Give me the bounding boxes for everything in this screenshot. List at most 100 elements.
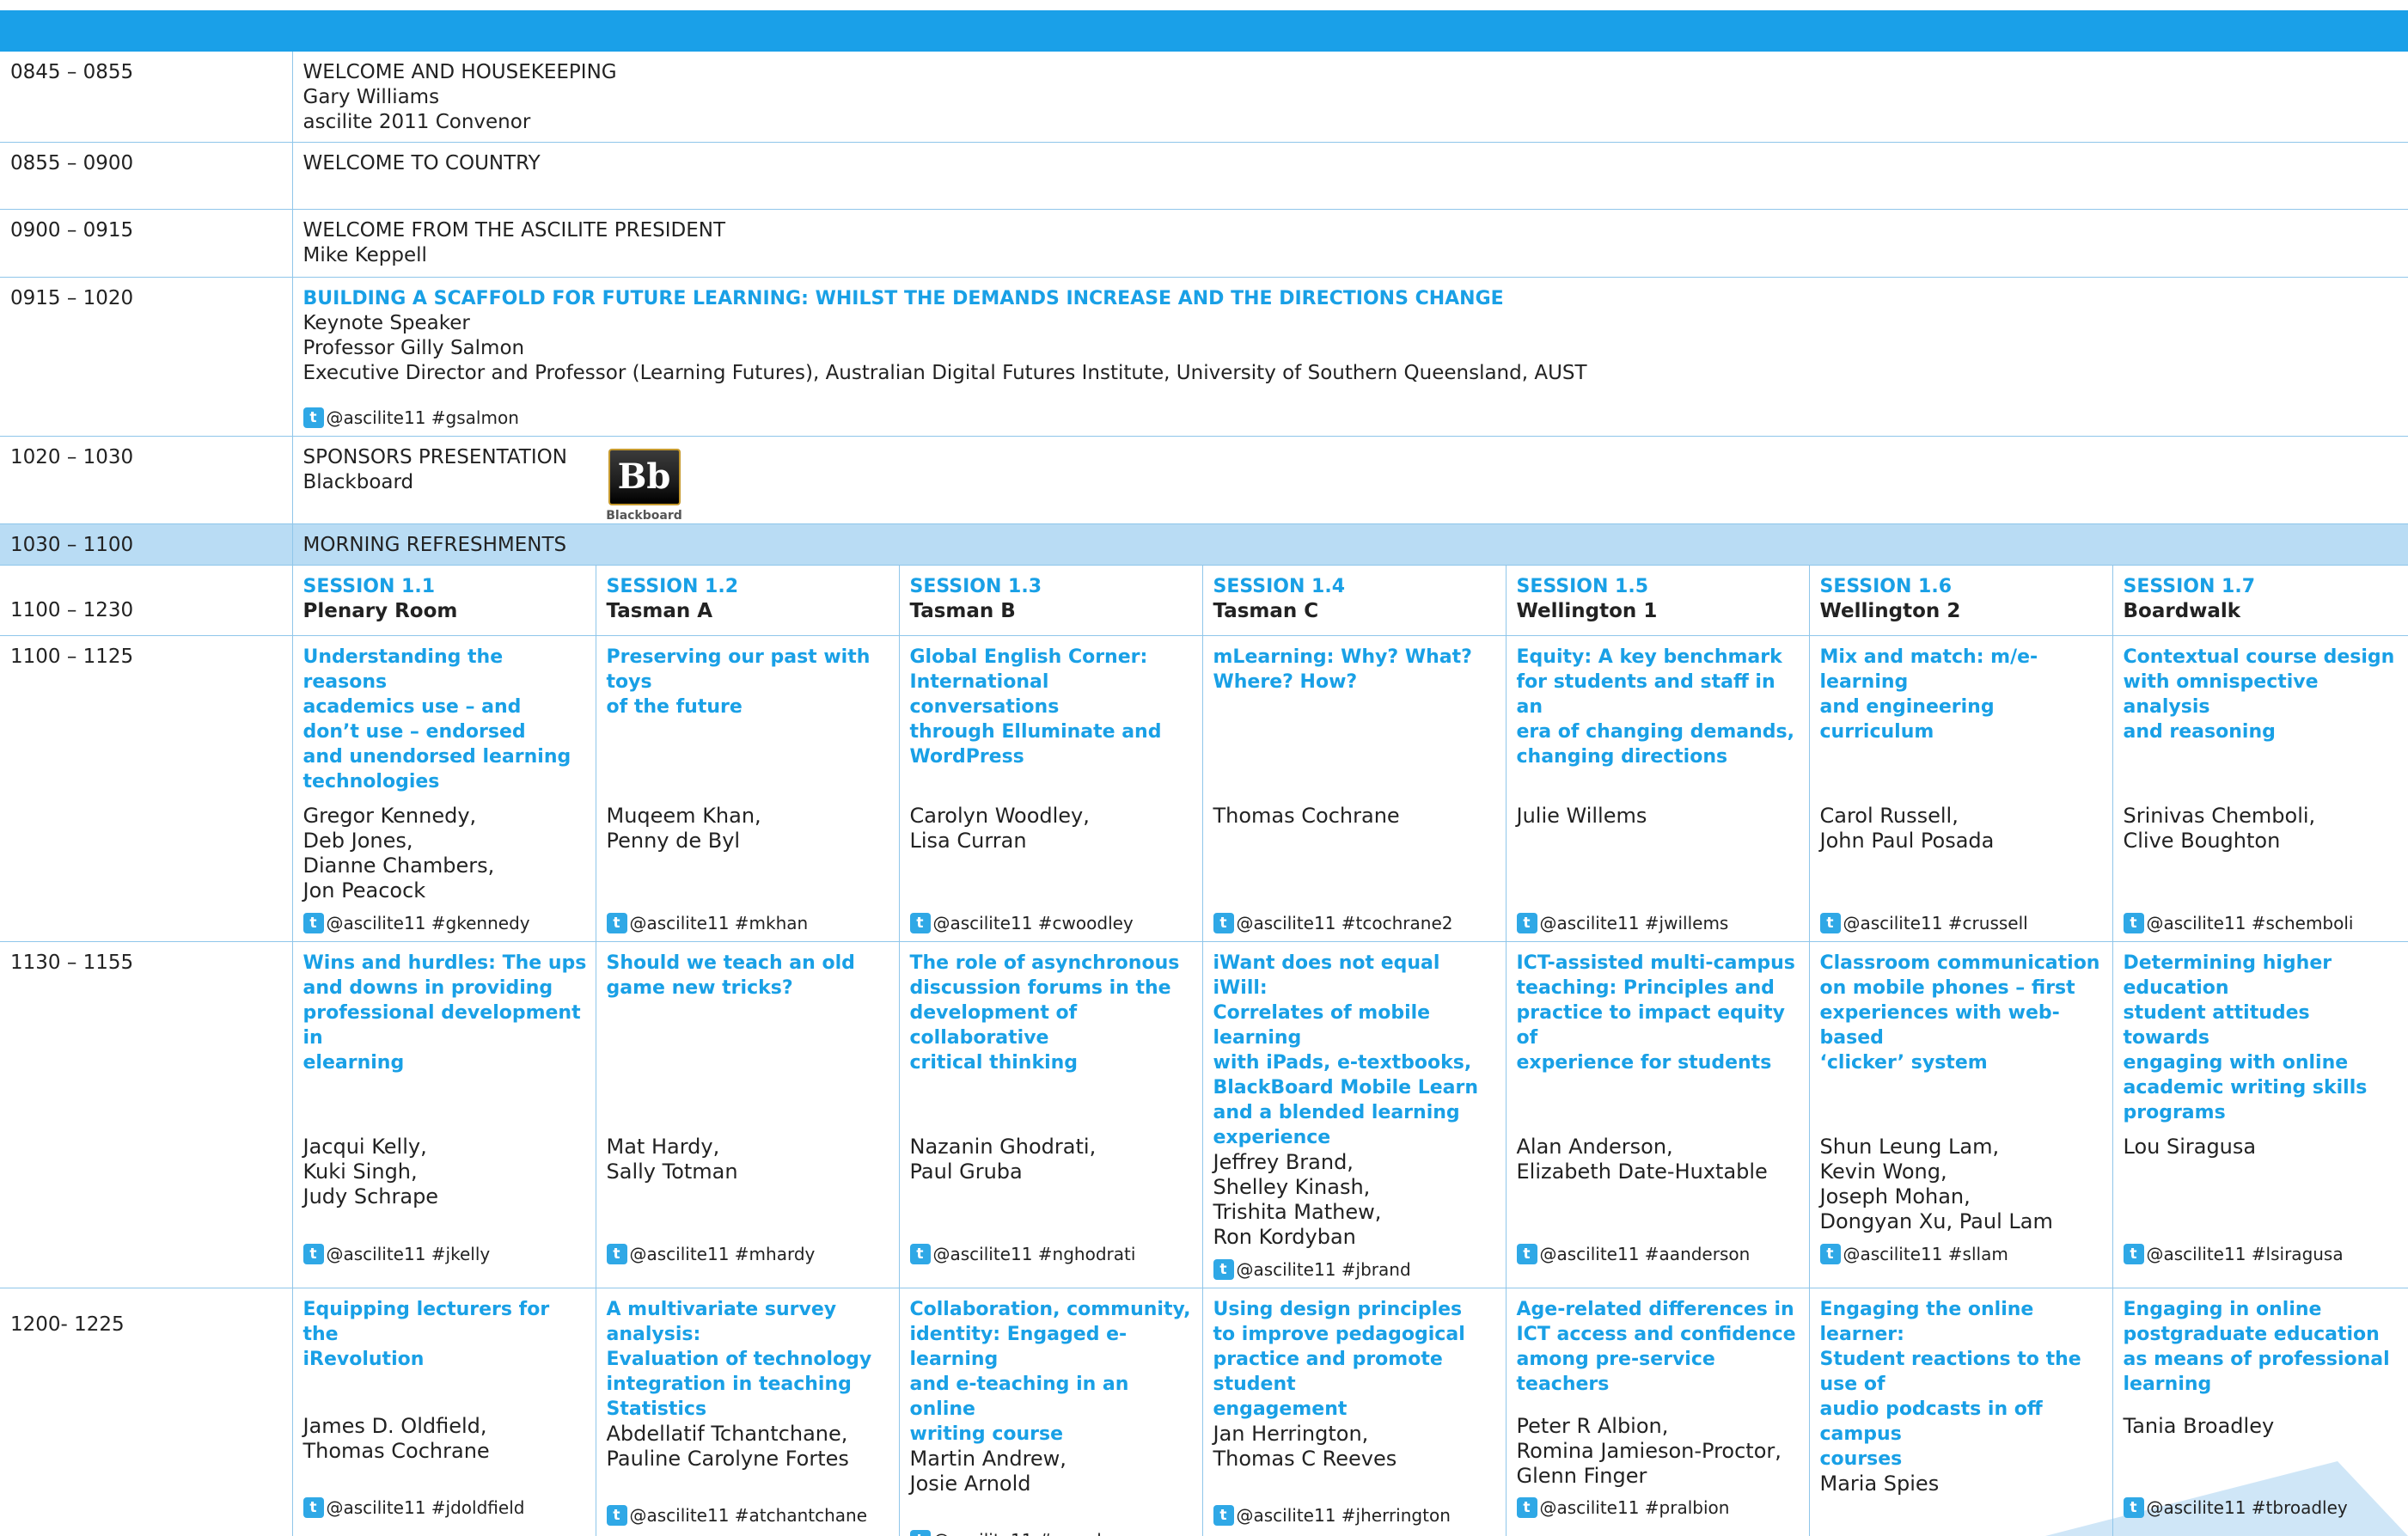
session-label: SESSION 1.1 xyxy=(303,576,436,597)
tweet-handle: @ascilite11 #gkennedy xyxy=(326,913,530,933)
twitter-bird-icon: t xyxy=(1213,1259,1234,1280)
tweet-handle: @ascilite11 #jkelly xyxy=(326,1244,491,1264)
keynote-speaker: Professor Gilly Salmon xyxy=(303,337,525,359)
paper-title[interactable]: iWant does not equal iWill: Correlates o… xyxy=(1213,951,1497,1150)
paper-title[interactable]: Preserving our past with toys of the fut… xyxy=(607,645,890,804)
tweet-tag[interactable]: t @ascilite11 #jwillems xyxy=(1516,912,1800,934)
paper-cell: Equipping lecturers for the iRevolution J… xyxy=(291,1288,596,1536)
paper-title[interactable]: Equity: A key benchmark for students and… xyxy=(1517,645,1800,804)
tweet-tag[interactable]: t @ascilite11 #atchantchane xyxy=(606,1504,890,1527)
tweet-tag[interactable]: t @ascilite11 #nghodrati xyxy=(909,1243,1194,1265)
session-room: Tasman C xyxy=(1213,600,1319,622)
tweet-tag[interactable]: t @ascilite11 #tbroadley xyxy=(2123,1496,2400,1519)
session-label: SESSION 1.4 xyxy=(1213,576,1346,597)
session-header-cell: SESSION 1.2 Tasman A xyxy=(595,565,899,636)
tweet-tag[interactable]: t@ascilite11 #mandrew xyxy=(909,1529,1194,1536)
paper-title[interactable]: Engaging in online postgraduate educatio… xyxy=(2124,1297,2400,1414)
tweet-tag[interactable]: t @ascilite11 #jbrand xyxy=(1213,1258,1497,1281)
tweet-tag[interactable]: t @ascilite11 #mhardy xyxy=(606,1243,890,1265)
sponsor-row: 1020 – 1030 SPONSORS PRESENTATION Blackb… xyxy=(0,436,2408,524)
tweet-tag[interactable]: t @ascilite11 #gkennedy xyxy=(303,912,587,934)
tweet-tag[interactable]: t @ascilite11 #mkhan xyxy=(606,912,890,934)
tweet-tag[interactable]: t @ascilite11 #jdoldfield xyxy=(303,1496,587,1519)
tweet-tag[interactable]: t @ascilite11 #tcochrane2 xyxy=(1213,912,1497,934)
tweet-handle: @ascilite11 #sllam xyxy=(1843,1244,2008,1264)
paper-authors: Tania Broadley xyxy=(2123,1414,2275,1438)
tweet-handle: @ascilite11 #lsiragusa xyxy=(2146,1244,2344,1264)
tweet-tag[interactable]: t @ascilite11 #gsalmon xyxy=(303,407,2400,429)
session-room: Tasman A xyxy=(606,600,713,622)
paper-title[interactable]: Wins and hurdles: The ups and downs in p… xyxy=(303,951,587,1135)
time-cell: 1030 – 1100 xyxy=(0,523,292,566)
paper-cell: Using design principles to improve pedag… xyxy=(1201,1288,1506,1536)
paper-title[interactable]: A multivariate survey analysis: Evaluati… xyxy=(607,1297,890,1422)
tweet-handle: @ascilite11 #atchantchane xyxy=(629,1505,868,1526)
paper-authors: Thomas Cochrane xyxy=(1213,804,1400,828)
paper-cell: Understanding the reasons academics use … xyxy=(291,635,596,942)
paper-authors: Peter R Albion, Romina Jamieson-Proctor,… xyxy=(1516,1414,1782,1488)
session-label: SESSION 1.7 xyxy=(2123,576,2256,597)
paper-authors: Abdellatif Tchantchane, Pauline Carolyne… xyxy=(606,1422,849,1471)
tweet-handle: @ascilite11 #pralbion xyxy=(1539,1497,1730,1518)
paper-authors: Jan Herrington, Thomas C Reeves xyxy=(1213,1422,1397,1471)
tweet-tag[interactable]: t @ascilite11 #sllam xyxy=(1819,1243,2104,1265)
paper-cell: Equity: A key benchmark for students and… xyxy=(1505,635,1809,942)
tweet-handle: @ascilite11 #tcochrane2 xyxy=(1236,913,1453,933)
paper-title[interactable]: Collaboration, community, identity: Enga… xyxy=(910,1297,1194,1447)
time-cell: 0855 – 0900 xyxy=(0,142,292,210)
event-title: WELCOME TO COUNTRY xyxy=(303,152,541,174)
paper-title[interactable]: Understanding the reasons academics use … xyxy=(303,645,587,804)
twitter-bird-icon: t xyxy=(909,913,931,933)
session-label: SESSION 1.2 xyxy=(606,576,739,597)
twitter-bird-icon: t xyxy=(1516,1497,1537,1518)
paper-title[interactable]: The role of asynchronous discussion foru… xyxy=(910,951,1194,1135)
paper-authors: James D. Oldfield, Thomas Cochrane xyxy=(303,1414,490,1463)
paper-cell: Contextual course design with omnispecti… xyxy=(2112,635,2408,942)
paper-authors: Srinivas Chemboli, Clive Boughton xyxy=(2123,804,2316,853)
session-header-cell: SESSION 1.4 Tasman C xyxy=(1201,565,1506,636)
session-label: SESSION 1.3 xyxy=(909,576,1042,597)
twitter-bird-icon: t xyxy=(606,913,627,933)
paper-title[interactable]: ICT-assisted multi-campus teaching: Prin… xyxy=(1517,951,1800,1135)
twitter-bird-icon: t xyxy=(1213,913,1234,933)
twitter-bird-icon: t xyxy=(909,1244,931,1264)
keynote-title[interactable]: BUILDING A SCAFFOLD FOR FUTURE LEARNING:… xyxy=(303,286,2400,311)
paper-title[interactable]: Classroom communication on mobile phones… xyxy=(1820,951,2104,1135)
paper-title[interactable]: Using design principles to improve pedag… xyxy=(1213,1297,1497,1422)
tweet-tag[interactable]: t @ascilite11 #aanderson xyxy=(1516,1243,1800,1265)
twitter-bird-icon: t xyxy=(303,1244,324,1264)
paper-authors: Carol Russell, John Paul Posada xyxy=(1819,804,1995,853)
tweet-tag[interactable]: t @ascilite11 #cwoodley xyxy=(909,912,1194,934)
tweet-handle: @ascilite11 #jdoldfield xyxy=(326,1497,525,1518)
paper-title[interactable]: mLearning: Why? What? Where? How? xyxy=(1213,645,1497,804)
paper-title[interactable]: Mix and match: m/e-learning and engineer… xyxy=(1820,645,2104,804)
tweet-tag[interactable]: t @ascilite11 #pralbion xyxy=(1516,1496,1800,1519)
schedule-row: 0845 – 0855 WELCOME AND HOUSEKEEPING Gar… xyxy=(0,52,2408,143)
tweet-handle: @ascilite11 #jwillems xyxy=(1539,913,1729,933)
twitter-bird-icon: t xyxy=(303,913,324,933)
tweet-tag[interactable]: t @ascilite11 #jherrington xyxy=(1213,1504,1497,1527)
refreshments-row: 1030 – 1100 MORNING REFRESHMENTS xyxy=(0,523,2408,566)
tweet-tag[interactable]: t @ascilite11 #lsiragusa xyxy=(2123,1243,2400,1265)
tweet-tag[interactable]: t @ascilite11 #crussell xyxy=(1819,912,2104,934)
keynote-role: Keynote Speaker xyxy=(303,312,470,334)
paper-title[interactable]: Age-related differences in ICT access an… xyxy=(1517,1297,1800,1414)
paper-title[interactable]: Determining higher education student att… xyxy=(2124,951,2400,1135)
paper-title[interactable]: Global English Corner: International con… xyxy=(910,645,1194,804)
paper-title[interactable]: Engaging the online learner: Student rea… xyxy=(1820,1297,2104,1472)
paper-row: 1200- 1225 Equipping lecturers for the iR… xyxy=(0,1288,2408,1536)
paper-cell: Wins and hurdles: The ups and downs in p… xyxy=(291,941,596,1288)
paper-title[interactable]: Should we teach an old game new tricks? xyxy=(607,951,890,1135)
tweet-handle: @ascilite11 #mhardy xyxy=(629,1244,816,1264)
session-label: SESSION 1.5 xyxy=(1516,576,1649,597)
session-room: Boardwalk xyxy=(2123,600,2241,622)
tweet-handle: @ascilite11 #gsalmon xyxy=(326,407,519,428)
tweet-tag[interactable]: t @ascilite11 #schemboli xyxy=(2123,912,2400,934)
paper-title[interactable]: Equipping lecturers for the iRevolution xyxy=(303,1297,587,1414)
tweet-tag[interactable]: t @ascilite11 #jkelly xyxy=(303,1243,587,1265)
paper-authors: Jacqui Kelly, Kuki Singh, Judy Schrape xyxy=(303,1135,439,1209)
time-cell: 1020 – 1030 xyxy=(0,436,292,524)
paper-authors: Mat Hardy, Sally Totman xyxy=(606,1135,738,1184)
tweet-handle: @ascilite11 #jherrington xyxy=(1236,1505,1451,1526)
paper-title[interactable]: Contextual course design with omnispecti… xyxy=(2124,645,2400,804)
